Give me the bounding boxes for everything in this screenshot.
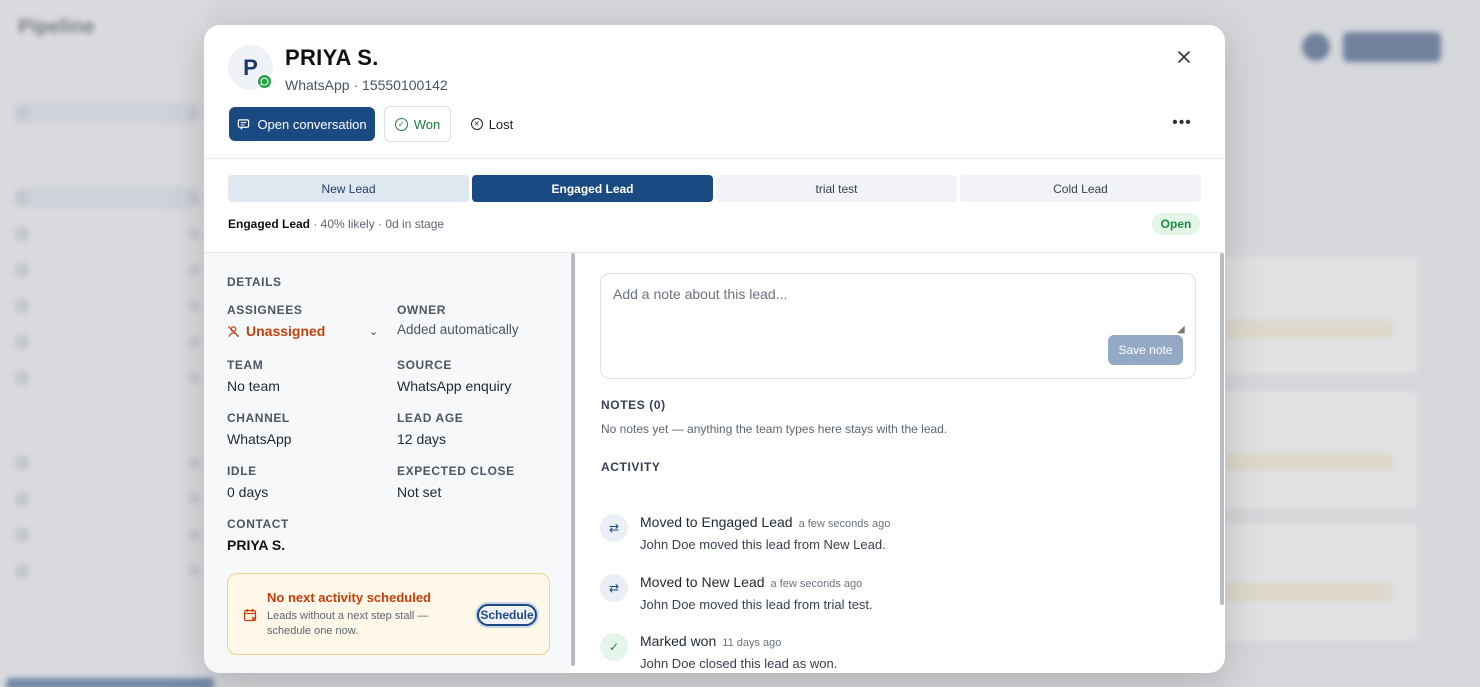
stage-meta-rest: · 40% likely · 0d in stage — [310, 217, 445, 231]
team-value: No team — [227, 378, 280, 394]
stage-trial-test[interactable]: trial test — [716, 175, 957, 202]
no-activity-alert: No next activity scheduled Leads without… — [227, 573, 550, 655]
open-conversation-label: Open conversation — [257, 116, 367, 132]
activity-title: Moved to New Lead a few seconds ago — [640, 574, 862, 590]
activity-item: ⇄ Moved to New Lead a few seconds ago Joh… — [600, 568, 1180, 620]
activity-title: Marked won 11 days ago — [640, 633, 781, 649]
check-circle-icon: ✓ — [600, 633, 628, 661]
lead-subtitle: WhatsApp · 15550100142 — [285, 77, 448, 93]
activity-title-text: Moved to New Lead — [640, 574, 765, 590]
stage-cold-lead[interactable]: Cold Lead — [960, 175, 1201, 202]
notes-section-label: NOTES (0) — [601, 398, 666, 412]
close-button[interactable] — [1172, 45, 1196, 69]
more-horizontal-icon: ••• — [1172, 114, 1192, 131]
chevron-down-icon[interactable]: ⌄ — [369, 325, 378, 338]
chat-icon — [238, 118, 250, 130]
activity-item: ⇄ Moved to Engaged Lead a few seconds ago… — [600, 508, 1180, 560]
note-composer: ◢ Save note — [600, 273, 1196, 379]
lost-label: Lost — [488, 116, 514, 132]
calendar-x-icon — [243, 608, 257, 626]
activity-title-text: Marked won — [640, 633, 717, 649]
whatsapp-icon — [256, 73, 273, 90]
notes-empty-text: No notes yet — anything the team types h… — [601, 422, 948, 436]
owner-label: OWNER — [397, 303, 446, 317]
activity-title-text: Moved to Engaged Lead — [640, 514, 793, 530]
stage-meta-current: Engaged Lead — [228, 217, 311, 231]
activity-desc: John Doe moved this lead from trial test… — [640, 597, 873, 612]
expected-close-value: Not set — [397, 484, 442, 500]
idle-label: IDLE — [227, 464, 257, 478]
lead-name: PRIYA S. — [285, 45, 379, 70]
status-badge: Open — [1152, 213, 1200, 235]
channel-value: WhatsApp — [227, 431, 292, 447]
lead-age-label: LEAD AGE — [397, 411, 464, 425]
alert-body: Leads without a next step stall — schedu… — [267, 610, 429, 637]
won-button[interactable]: ✓ Won — [384, 106, 451, 142]
stage-progress: New Lead Engaged Lead trial test Cold Le… — [228, 175, 1201, 202]
expected-close-label: EXPECTED CLOSE — [397, 464, 515, 478]
activity-time: a few seconds ago — [798, 518, 891, 530]
activity-desc: John Doe closed this lead as won. — [640, 656, 838, 671]
details-scrollbar[interactable] — [571, 253, 575, 666]
lead-age-value: 12 days — [397, 431, 447, 447]
schedule-button[interactable]: Schedule — [477, 604, 537, 626]
activity-time: 11 days ago — [722, 637, 782, 649]
lead-detail-modal: P PRIYA S. WhatsApp · 15550100142 Open c… — [204, 25, 1225, 673]
alert-title: No next activity scheduled — [267, 590, 431, 605]
stage-meta: Engaged Lead · 40% likely · 0d in stage — [228, 217, 444, 231]
check-circle-icon: ✓ — [394, 117, 408, 131]
assignees-value: Unassigned — [246, 323, 326, 339]
more-options-button[interactable]: ••• — [1170, 111, 1194, 135]
save-note-button[interactable]: Save note — [1108, 335, 1183, 365]
resize-grip-icon[interactable]: ◢ — [1177, 324, 1185, 335]
swap-icon: ⇄ — [600, 514, 628, 542]
assignees-dropdown[interactable]: Unassigned — [227, 323, 325, 339]
x-circle-icon: ✕ — [470, 118, 483, 130]
activity-scrollbar[interactable] — [1220, 253, 1224, 605]
notes-activity-panel: ◢ Save note NOTES (0) No notes yet — any… — [576, 253, 1225, 673]
source-label: SOURCE — [397, 358, 452, 372]
owner-value: Added automatically — [397, 322, 519, 337]
activity-desc: John Doe moved this lead from New Lead. — [640, 537, 886, 552]
lead-header: P PRIYA S. WhatsApp · 15550100142 Open c… — [204, 25, 1225, 159]
open-conversation-button[interactable]: Open conversation — [229, 107, 375, 141]
activity-section-label: ACTIVITY — [601, 460, 661, 474]
close-icon — [1178, 51, 1190, 63]
stage-engaged-lead[interactable]: Engaged Lead — [472, 175, 713, 202]
details-title: DETAILS — [227, 275, 282, 289]
contact-label: CONTACT — [227, 517, 289, 531]
won-label: Won — [413, 116, 441, 132]
lost-button[interactable]: ✕ Lost — [462, 107, 522, 141]
user-off-icon — [227, 325, 240, 337]
contact-value: PRIYA S. — [227, 537, 286, 553]
idle-value: 0 days — [227, 484, 269, 500]
stage-new-lead[interactable]: New Lead — [228, 175, 469, 202]
note-input[interactable] — [613, 286, 1183, 334]
activity-time: a few seconds ago — [770, 578, 863, 590]
assignees-label: ASSIGNEES — [227, 303, 303, 317]
activity-title: Moved to Engaged Lead a few seconds ago — [640, 514, 890, 530]
team-label: TEAM — [227, 358, 264, 372]
details-panel: DETAILS ASSIGNEES Unassigned ⌄ OWNER Add… — [204, 253, 570, 673]
activity-item: ✓ Marked won 11 days ago John Doe closed … — [600, 627, 1180, 673]
source-value: WhatsApp enquiry — [397, 378, 512, 394]
channel-label: CHANNEL — [227, 411, 290, 425]
swap-icon: ⇄ — [600, 574, 628, 602]
